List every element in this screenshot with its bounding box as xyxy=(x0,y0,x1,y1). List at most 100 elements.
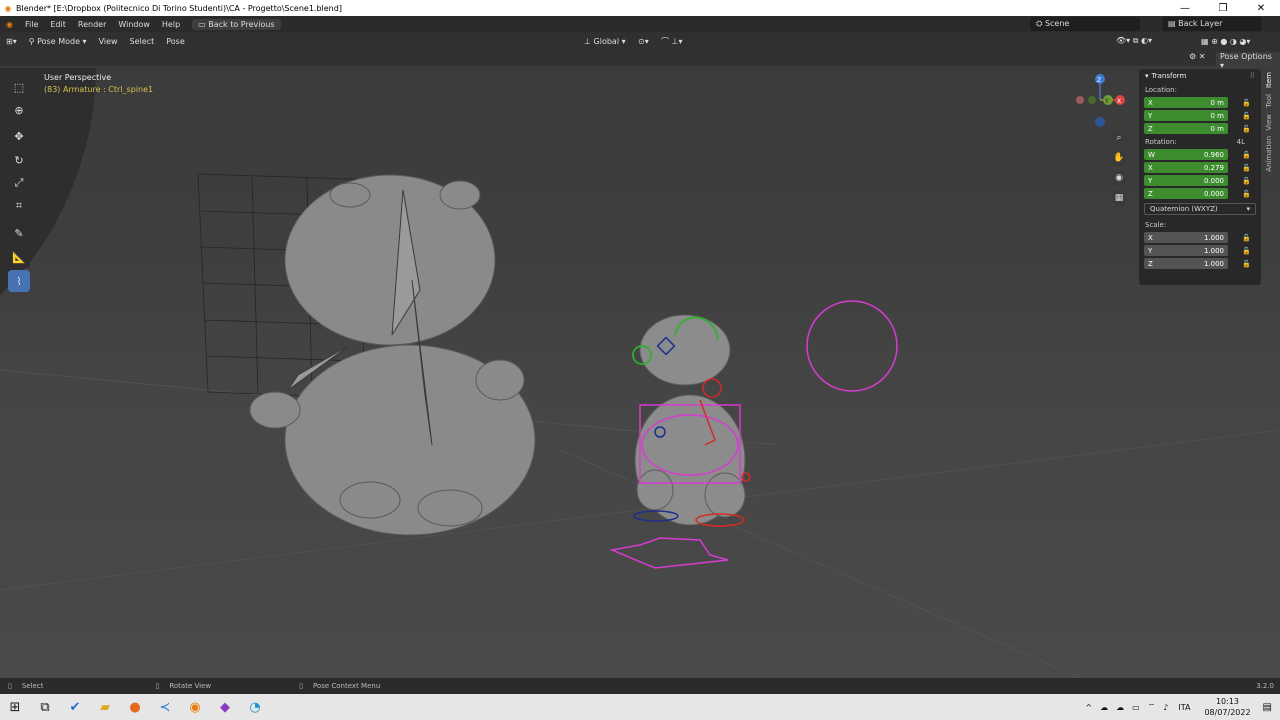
window-title-bar: ◉ Blender* [E:\Dropbox (Politecnico Di T… xyxy=(0,0,1280,16)
rotation-x-field[interactable]: X 0.279 xyxy=(1144,162,1228,173)
scale-label: Scale: xyxy=(1145,220,1167,229)
lock-icon[interactable]: 🔓 xyxy=(1242,190,1251,198)
maximize-button[interactable]: ❐ xyxy=(1204,3,1242,14)
file-explorer-icon[interactable]: ▰ xyxy=(90,694,120,720)
menu-edit[interactable]: Edit xyxy=(44,20,72,29)
annotate-tool[interactable]: ✎ xyxy=(8,222,30,244)
location-y-field[interactable]: Y 0 m xyxy=(1144,110,1228,121)
rotation-z-field[interactable]: Z 0.000 xyxy=(1144,188,1228,199)
rotation-w-field[interactable]: W 0.960 xyxy=(1144,149,1228,160)
transform-tool[interactable]: ⌗ xyxy=(8,195,30,217)
gizmo-z-label: Z xyxy=(1097,77,1101,84)
menu-pose[interactable]: Pose xyxy=(160,37,191,46)
vscode-icon[interactable]: ≺ xyxy=(150,694,180,720)
menu-file[interactable]: File xyxy=(19,20,44,29)
field-value: 1.000 xyxy=(1203,233,1224,242)
tab-item[interactable]: Item xyxy=(1265,69,1273,91)
chevron-down-icon: ▾ xyxy=(1246,205,1250,213)
scale-tool[interactable]: ⤢ xyxy=(8,172,30,194)
3d-viewport[interactable]: ⚙ ✕ Pose Options ▾ Z X Y User Perspectiv… xyxy=(0,50,1280,678)
task-view-icon[interactable]: ⧉ xyxy=(30,694,60,720)
rotate-tool[interactable]: ↻ xyxy=(8,149,30,171)
pose-tool[interactable]: ⌇ xyxy=(8,270,30,292)
notification-icon[interactable]: ▤ xyxy=(1263,702,1272,713)
menu-help[interactable]: Help xyxy=(156,20,186,29)
windows-start-icon[interactable]: ⊞ xyxy=(0,694,30,720)
rotation-w-row: W 0.960 🔓 xyxy=(1144,148,1261,161)
editor-type-icon[interactable]: ⊞▾ xyxy=(0,37,23,46)
lock-icon[interactable]: 🔓 xyxy=(1242,125,1251,133)
pan-hand-icon[interactable]: ✋ xyxy=(1111,150,1127,166)
menu-view[interactable]: View xyxy=(93,37,124,46)
transform-panel-header[interactable]: ▾ Transform ⠿ xyxy=(1139,69,1261,83)
scale-y-field[interactable]: Y 1.000 xyxy=(1144,245,1228,256)
move-tool[interactable]: ✥ xyxy=(8,125,30,147)
lock-icon[interactable]: 🔓 xyxy=(1242,99,1251,107)
screen-icon: ▭ xyxy=(198,19,209,29)
layer-icon: ▤ xyxy=(1168,19,1179,28)
tray-chevron-icon[interactable]: ^ xyxy=(1085,703,1092,712)
rotation-y-field[interactable]: Y 0.000 xyxy=(1144,175,1228,186)
location-z-field[interactable]: Z 0 m xyxy=(1144,123,1228,134)
view-layer-selector[interactable]: ▤ Back Layer xyxy=(1162,17,1262,31)
lock-icon[interactable]: 🔓 xyxy=(1242,260,1251,268)
edge-icon[interactable]: ◔ xyxy=(240,694,270,720)
lock-icon[interactable]: 🔓 xyxy=(1242,247,1251,255)
close-button[interactable]: ✕ xyxy=(1242,3,1280,14)
location-y-row: Y 0 m 🔓 xyxy=(1144,109,1261,122)
viewport-header: ⊞▾ ⚲ Pose Mode ▾ View Select Pose ⊥ Glob… xyxy=(0,32,1280,50)
menu-render[interactable]: Render xyxy=(72,20,112,29)
scale-x-field[interactable]: X 1.000 xyxy=(1144,232,1228,243)
onedrive-icon[interactable]: ☁ xyxy=(1100,703,1108,712)
pivot-icon[interactable]: ⊙▾ xyxy=(632,37,655,46)
measure-tool[interactable]: 📐 xyxy=(8,246,30,268)
select-box-tool[interactable]: ⬚ xyxy=(8,76,30,98)
lock-icon[interactable]: 🔓 xyxy=(1242,164,1251,172)
location-x-field[interactable]: X 0 m xyxy=(1144,97,1228,108)
drag-handle-icon[interactable]: ⠿ xyxy=(1250,72,1255,80)
axis-label: X xyxy=(1148,98,1153,107)
lock-icon[interactable]: 🔓 xyxy=(1242,112,1251,120)
scale-x-row: X 1.000 🔓 xyxy=(1144,231,1261,244)
tab-view[interactable]: View xyxy=(1265,111,1273,134)
app-purple-icon[interactable]: ◆ xyxy=(210,694,240,720)
rotation-mode-dropdown[interactable]: Quaternion (WXYZ) ▾ xyxy=(1144,203,1256,215)
rotation-x-row: X 0.279 🔓 xyxy=(1144,161,1261,174)
camera-icon[interactable]: ◉ xyxy=(1111,170,1127,186)
top-menu-bar: ◉ File Edit Render Window Help ▭ Back to… xyxy=(0,16,1280,32)
clock[interactable]: 10:13 08/07/2022 xyxy=(1204,696,1250,718)
mode-selector[interactable]: ⚲ Pose Mode ▾ xyxy=(23,37,93,46)
shading-icons[interactable]: ▦ ⊕ ● ◑ ◕▾ xyxy=(1195,37,1256,46)
back-to-previous-button[interactable]: ▭ Back to Previous xyxy=(192,18,281,30)
minimize-button[interactable]: — xyxy=(1166,3,1204,14)
lock-icon[interactable]: 🔓 xyxy=(1242,234,1251,242)
volume-icon[interactable]: ♪ xyxy=(1163,703,1168,712)
menu-select[interactable]: Select xyxy=(124,37,161,46)
orientation-selector[interactable]: ⊥ Global ▾ xyxy=(578,37,632,46)
snap-icon[interactable]: ⌒ ⊥▾ xyxy=(655,36,689,47)
blender-taskbar-icon[interactable]: ◉ xyxy=(180,694,210,720)
scene-selector[interactable]: ⛭ Scene xyxy=(1030,17,1140,31)
blender-menu-icon[interactable]: ◉ xyxy=(0,20,19,29)
perspective-label: User Perspective xyxy=(44,73,112,82)
rotation-4l-toggle[interactable]: 4L xyxy=(1237,138,1245,146)
rotation-label: Rotation: 4L xyxy=(1145,137,1245,146)
todo-app-icon[interactable]: ✔ xyxy=(60,694,90,720)
field-value: 1.000 xyxy=(1203,259,1224,268)
menu-window[interactable]: Window xyxy=(112,20,156,29)
overlay-icons[interactable]: 👁▾ ⧉ ◐▾ xyxy=(1110,36,1158,46)
windows-taskbar: ⊞ ⧉ ✔ ▰ ● ≺ ◉ ◆ ◔ ^ ☁ ☁ ▭ ⌔ ♪ ITA 10:13 … xyxy=(0,694,1280,720)
scale-z-field[interactable]: Z 1.000 xyxy=(1144,258,1228,269)
ortho-grid-icon[interactable]: ▦ xyxy=(1111,190,1127,206)
language-indicator[interactable]: ITA xyxy=(1178,703,1190,712)
tab-tool[interactable]: Tool xyxy=(1265,91,1273,111)
firefox-icon[interactable]: ● xyxy=(120,694,150,720)
battery-icon[interactable]: ▭ xyxy=(1132,703,1140,712)
lock-icon[interactable]: 🔓 xyxy=(1242,151,1251,159)
tab-animation[interactable]: Animation xyxy=(1265,133,1273,175)
cursor-tool[interactable]: ⊕ xyxy=(8,99,30,121)
lock-icon[interactable]: 🔓 xyxy=(1242,177,1251,185)
network-icon[interactable]: ⌔ xyxy=(1148,702,1156,712)
onedrive-icon-2[interactable]: ☁ xyxy=(1116,703,1124,712)
zoom-icon[interactable]: ⌕ xyxy=(1111,130,1127,146)
